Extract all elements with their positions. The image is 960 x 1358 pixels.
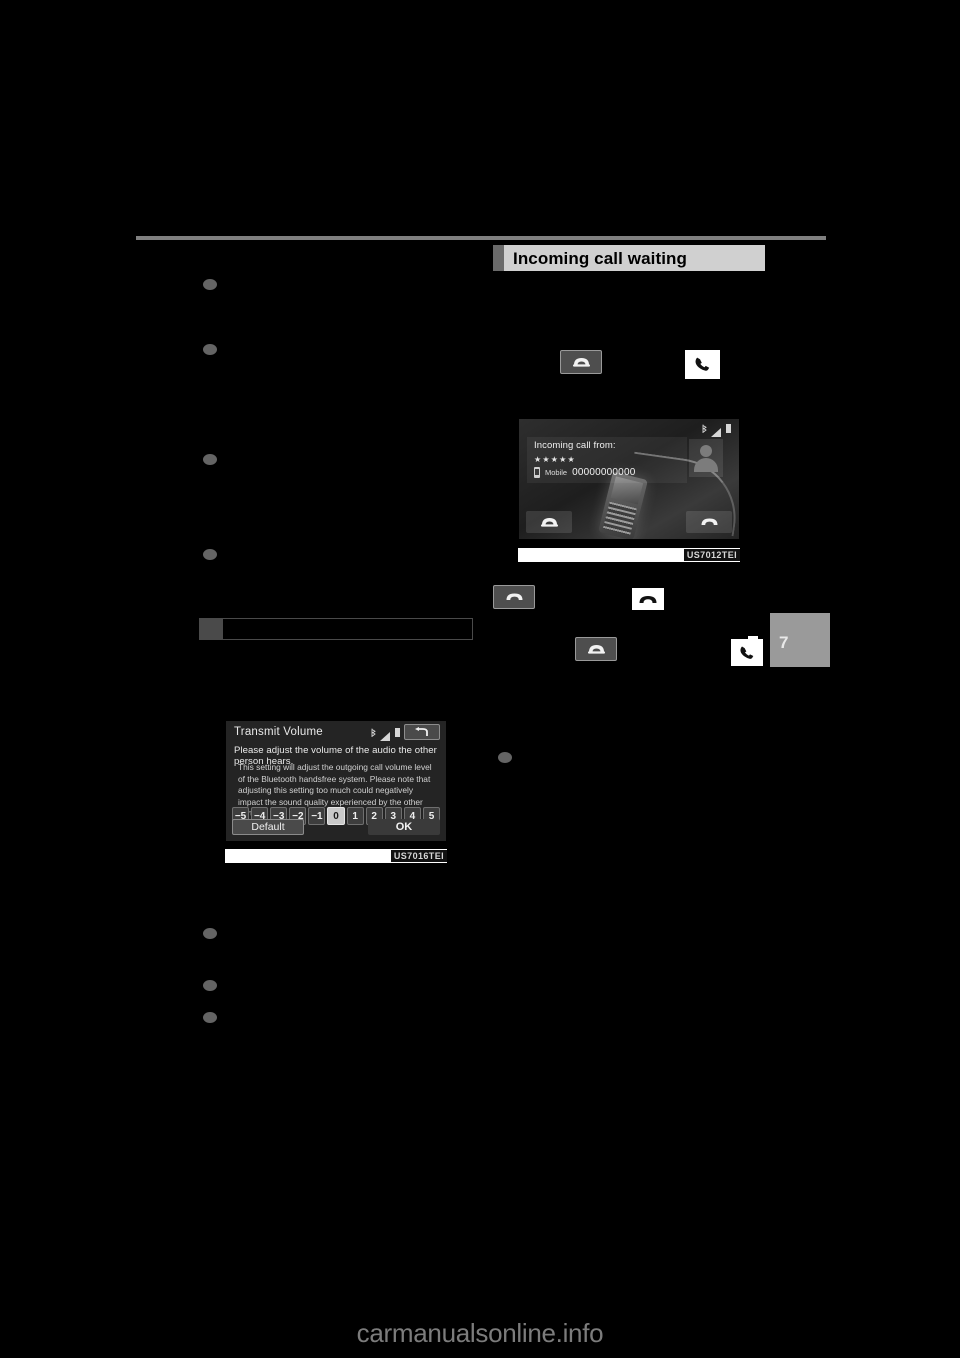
volume-level-0[interactable]: 0 <box>327 807 345 825</box>
screenshot-caption-bar: US7012TEI <box>518 548 740 562</box>
on-hook-handset-icon <box>639 595 657 603</box>
battery-icon <box>726 424 731 433</box>
end-call-icon-inline[interactable] <box>632 588 664 610</box>
bullet-marker <box>498 752 512 763</box>
redacted-section-title <box>223 618 473 640</box>
avatar <box>689 439 723 477</box>
section-header-incoming-call-waiting: Incoming call waiting <box>493 245 765 271</box>
section-header-left <box>199 618 473 640</box>
incoming-call-info-panel: Incoming call from: ★★★★★ Mobile 0000000… <box>527 437 687 483</box>
off-hook-handset-icon <box>540 518 558 527</box>
screenshot-transmit-volume: Transmit Volume Please adjust the volume… <box>225 720 447 842</box>
bullet-marker <box>203 344 217 355</box>
off-hook-handset-icon <box>587 645 605 654</box>
page-tab-stub <box>748 636 758 654</box>
number-type-label: Mobile <box>545 468 568 477</box>
page-number: 7 <box>779 633 789 652</box>
redacted-body-text <box>225 970 473 998</box>
page-number-tab: 7 <box>770 613 830 667</box>
redacted-body-text <box>493 615 765 635</box>
redacted-body-text <box>199 650 473 708</box>
screen-title: Transmit Volume <box>234 726 323 738</box>
watermark: carmanualsonline.info <box>356 1318 604 1348</box>
caller-number: 00000000000 <box>572 467 636 478</box>
section-header-tab <box>493 245 504 271</box>
redacted-body-text <box>225 538 473 588</box>
phone-illustration-keypad <box>602 501 637 536</box>
bullet-marker <box>203 279 217 290</box>
end-call-button-inline[interactable] <box>493 585 535 609</box>
volume-level-1[interactable]: 1 <box>346 807 364 825</box>
bullet-marker <box>203 549 217 560</box>
status-bar <box>702 424 731 437</box>
redacted-body-text <box>493 672 765 734</box>
status-bar <box>371 728 400 741</box>
screenshot-incoming-call: Incoming call from: ★★★★★ Mobile 0000000… <box>518 418 740 540</box>
ok-button[interactable]: OK <box>368 819 440 835</box>
default-button[interactable]: Default <box>232 819 304 835</box>
bullet-marker <box>203 980 217 991</box>
redacted-body-text <box>520 742 765 788</box>
volume-level-minus1[interactable]: −1 <box>308 807 326 825</box>
redacted-body-text <box>225 1002 473 1050</box>
handset-tilted-icon <box>695 357 710 371</box>
answer-call-softkey[interactable] <box>526 511 572 533</box>
battery-icon <box>395 728 400 737</box>
section-title: Incoming call waiting <box>513 248 688 268</box>
incoming-call-label: Incoming call from: <box>534 440 616 451</box>
redacted-body-text <box>199 872 473 916</box>
manual-page: Transmit Volume Please adjust the volume… <box>0 0 960 1358</box>
redacted-body-text <box>225 443 473 511</box>
bullet-marker <box>203 454 217 465</box>
answer-call-button-inline[interactable] <box>560 350 602 374</box>
redacted-body-text <box>225 268 473 312</box>
caller-name-masked: ★★★★★ <box>534 455 576 464</box>
back-arrow-icon[interactable] <box>404 724 440 740</box>
signal-icon <box>380 728 391 741</box>
on-hook-handset-icon <box>506 593 522 600</box>
avatar-body <box>694 458 718 472</box>
figure-code: US7016TEI <box>390 850 447 862</box>
off-hook-handset-icon <box>572 358 590 367</box>
bluetooth-icon <box>371 728 376 737</box>
on-hook-handset-icon <box>701 518 717 525</box>
screenshot-caption-bar: US7016TEI <box>225 849 447 863</box>
caller-number-row: Mobile 00000000000 <box>534 467 635 478</box>
bullet-marker <box>203 928 217 939</box>
figure-code: US7012TEI <box>683 549 740 561</box>
bluetooth-icon <box>702 424 707 433</box>
redacted-body-text <box>225 918 473 966</box>
mobile-phone-icon <box>534 467 540 478</box>
signal-icon <box>711 424 722 437</box>
answer-call-button-inline-2[interactable] <box>575 637 617 661</box>
redacted-body-text <box>225 333 473 419</box>
avatar-head <box>700 445 712 457</box>
section-header-tab <box>199 618 223 640</box>
phone-handset-icon-inline[interactable] <box>685 350 720 379</box>
phone-handset-icon-inline-2[interactable] <box>731 639 763 666</box>
redacted-body-text <box>493 285 765 335</box>
header-rule <box>136 236 826 240</box>
bullet-marker <box>203 1012 217 1023</box>
end-call-softkey[interactable] <box>686 511 732 533</box>
